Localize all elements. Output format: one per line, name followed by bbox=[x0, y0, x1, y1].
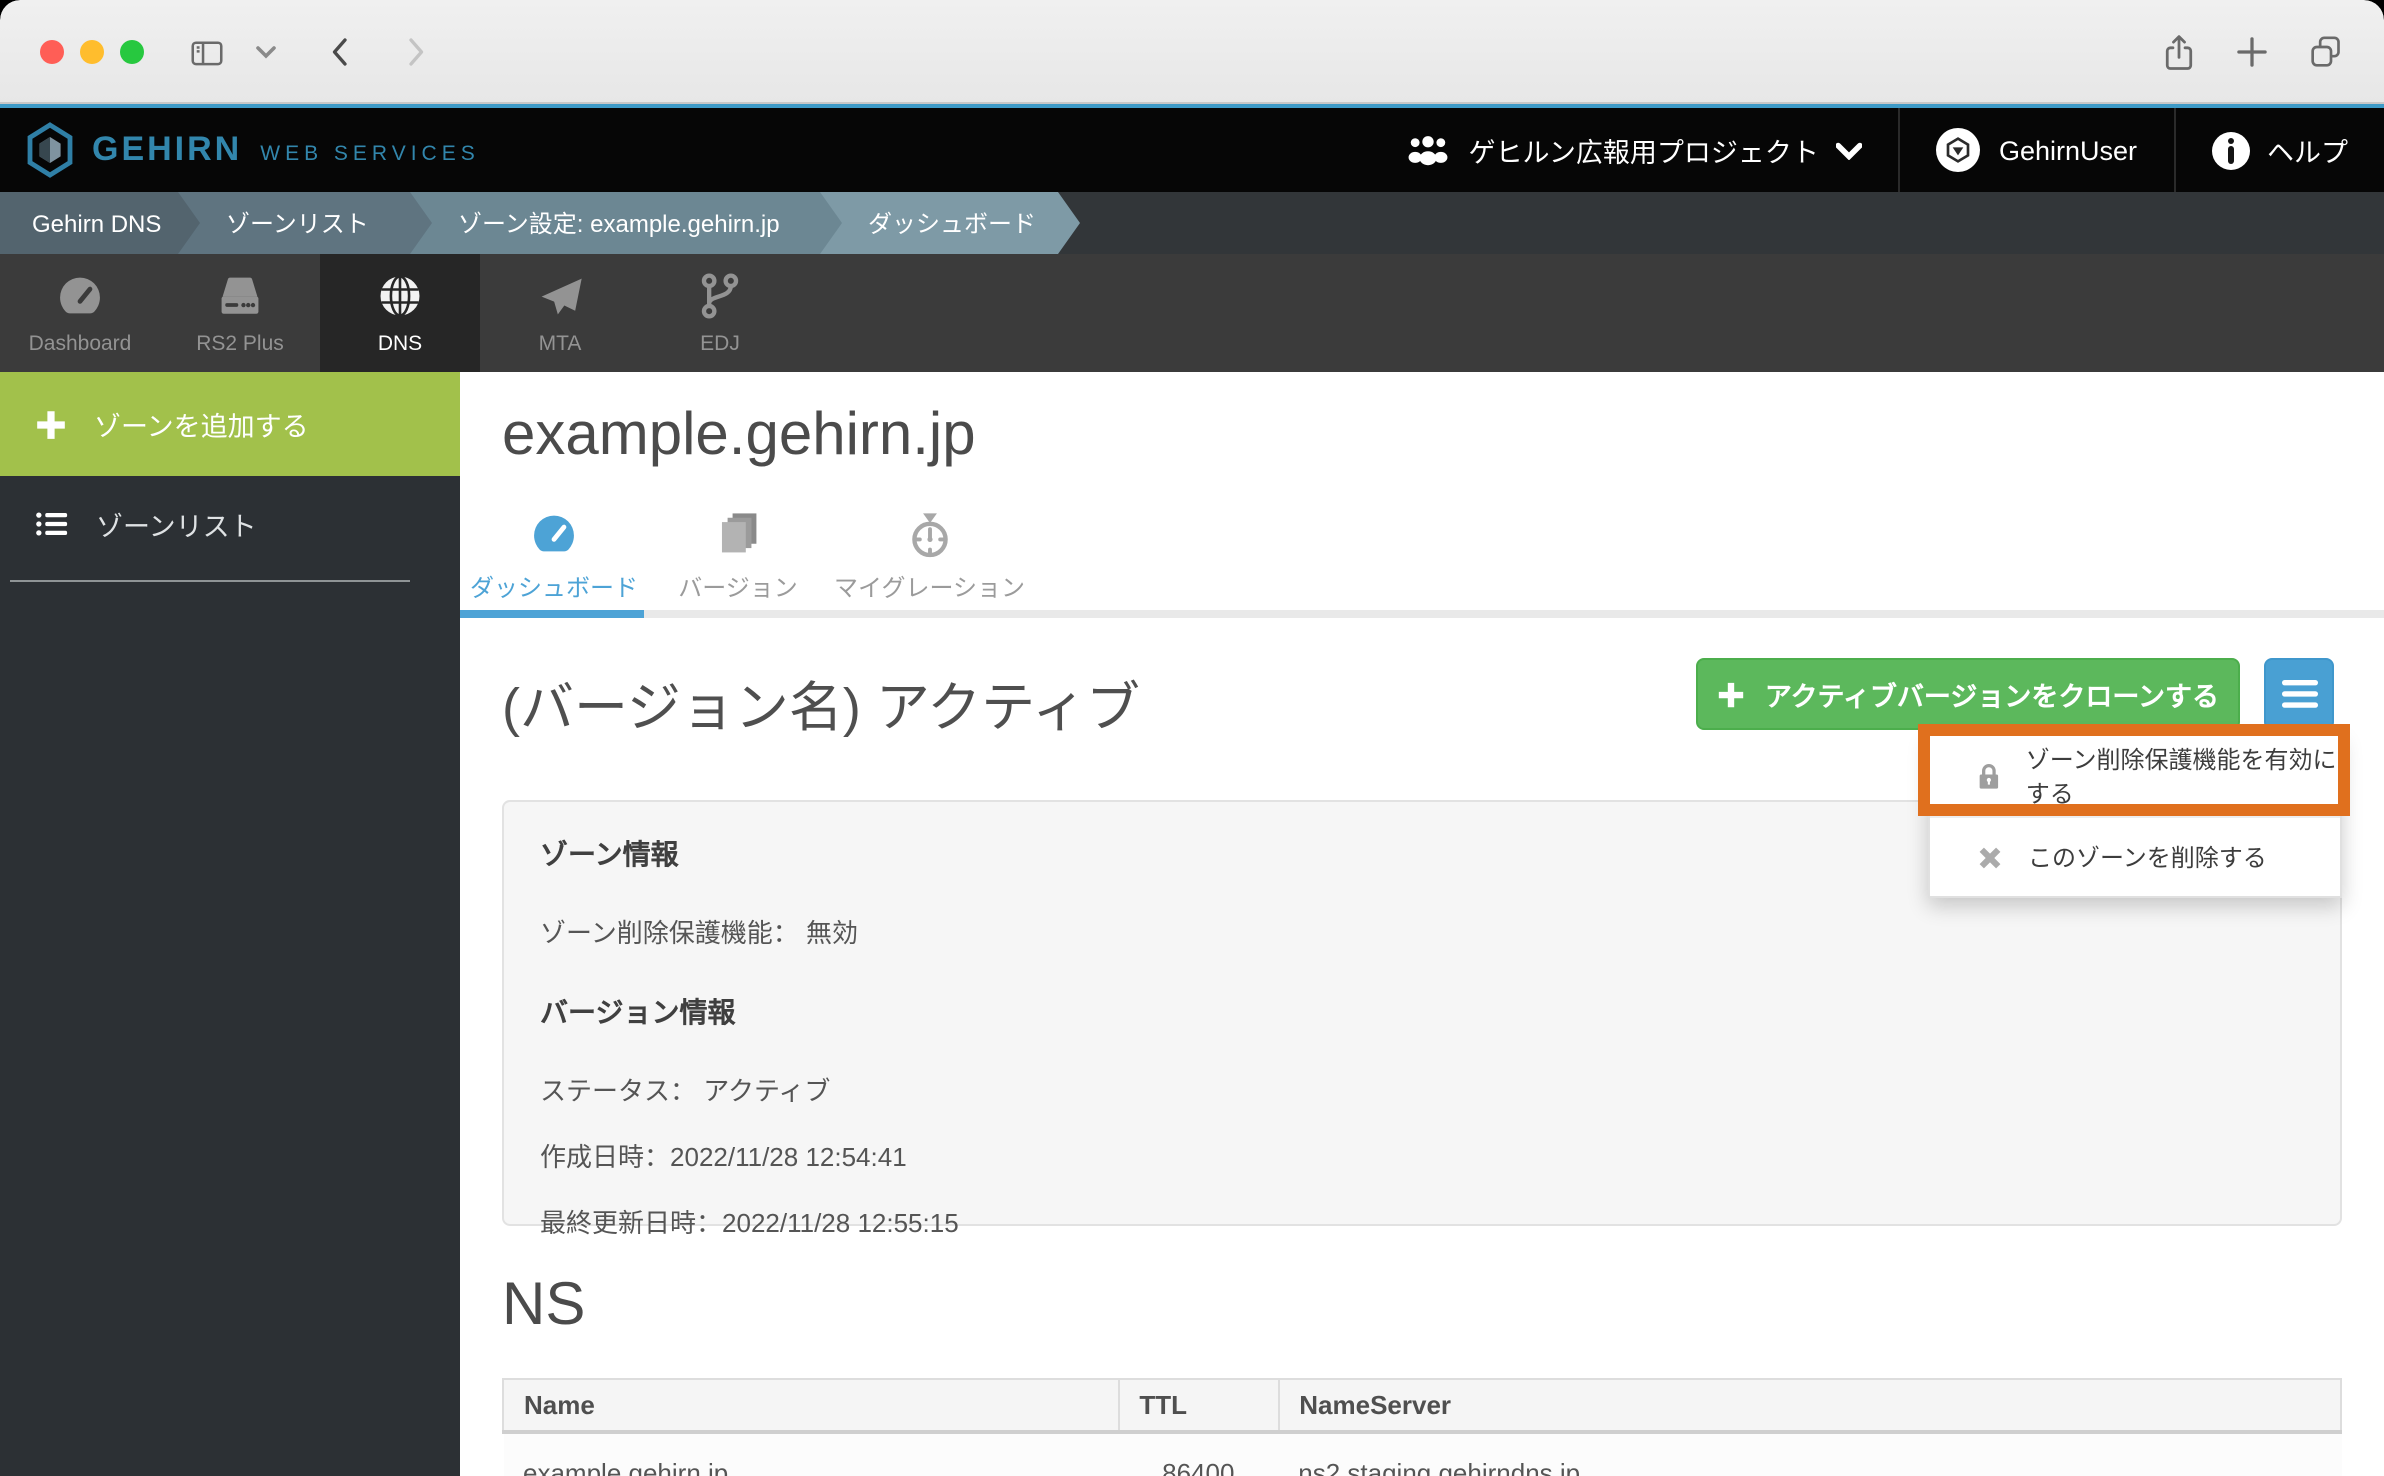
globe-icon bbox=[374, 270, 426, 322]
user-name: GehirnUser bbox=[1999, 135, 2137, 165]
help-menu[interactable]: ヘルプ bbox=[2173, 108, 2384, 192]
updated-value: 2022/11/28 12:55:15 bbox=[722, 1208, 959, 1238]
page-title: example.gehirn.jp bbox=[502, 402, 976, 470]
ns-col-ttl: TTL bbox=[1118, 1379, 1278, 1432]
nav-item-rs2plus[interactable]: RS2 Plus bbox=[160, 254, 320, 372]
pages-icon bbox=[712, 508, 764, 560]
protection-value: 無効 bbox=[806, 918, 858, 948]
gauge-icon bbox=[54, 270, 106, 322]
ns-table-header: Name TTL NameServer bbox=[503, 1379, 2341, 1432]
user-avatar bbox=[1937, 128, 1981, 172]
back-button[interactable] bbox=[320, 30, 364, 74]
sidebar: ゾーンを追加する ゾーンリスト bbox=[0, 372, 460, 1476]
hamburger-icon bbox=[2281, 680, 2317, 708]
breadcrumb-zone-list[interactable]: ゾーンリスト bbox=[176, 192, 432, 254]
created-row: 作成日時：2022/11/28 12:54:41 bbox=[540, 1136, 2304, 1174]
user-menu[interactable]: GehirnUser bbox=[1899, 108, 2173, 192]
tab-underline bbox=[460, 610, 2384, 618]
users-icon bbox=[1406, 134, 1450, 166]
ns-col-nameserver: NameServer bbox=[1278, 1379, 2341, 1432]
protection-row: ゾーン削除保護機能： 無効 bbox=[540, 912, 2304, 950]
git-branch-icon bbox=[694, 270, 746, 322]
forward-button[interactable] bbox=[392, 30, 436, 74]
help-label: ヘルプ bbox=[2267, 130, 2348, 170]
ns-row-ttl: 86400 bbox=[1118, 1432, 1278, 1476]
plus-icon bbox=[34, 407, 68, 441]
ns-section-heading: NS bbox=[502, 1272, 585, 1340]
chevron-down-icon bbox=[1837, 141, 1863, 159]
tab-versions[interactable]: バージョン bbox=[646, 508, 830, 604]
menu-item-delete-zone[interactable]: このゾーンを削除する bbox=[1930, 816, 2340, 896]
ns-table: Name TTL NameServer example.gehirn.jp 86… bbox=[502, 1378, 2342, 1476]
window-controls bbox=[40, 40, 144, 64]
status-row: ステータス： アクティブ bbox=[540, 1070, 2304, 1108]
zone-menu-button[interactable] bbox=[2264, 658, 2334, 730]
menu-item-enable-delete-protection[interactable]: ゾーン削除保護機能を有効にする bbox=[1930, 736, 2340, 816]
breadcrumb-gehirn-dns[interactable]: Gehirn DNS bbox=[0, 192, 200, 254]
breadcrumb-dashboard[interactable]: ダッシュボード bbox=[818, 192, 1080, 254]
gehirn-hexagon-icon bbox=[26, 122, 74, 178]
tab-dashboard[interactable]: ダッシュボード bbox=[462, 508, 646, 604]
browser-window: GEHIRN WEB SERVICES ゲヒルン広報用プロジェクト bbox=[0, 0, 2384, 1476]
nav-item-edj[interactable]: EDJ bbox=[640, 254, 800, 372]
tab-overview-icon[interactable] bbox=[2304, 30, 2348, 74]
close-window-button[interactable] bbox=[40, 40, 64, 64]
breadcrumb-zone-settings[interactable]: ゾーン設定: example.gehirn.jp bbox=[408, 192, 842, 254]
lock-icon bbox=[1974, 758, 2004, 794]
chevron-down-icon[interactable] bbox=[252, 30, 280, 74]
updated-row: 最終更新日時：2022/11/28 12:55:15 bbox=[540, 1202, 2304, 1240]
brand-tagline: WEB SERVICES bbox=[260, 141, 480, 165]
breadcrumb: Gehirn DNS ゾーンリスト ゾーン設定: example.gehirn.… bbox=[0, 192, 2384, 254]
status-value: アクティブ bbox=[703, 1076, 830, 1106]
project-selector[interactable]: ゲヒルン広報用プロジェクト bbox=[1370, 108, 1898, 192]
sidebar-toggle-icon[interactable] bbox=[184, 30, 228, 74]
browser-toolbar bbox=[0, 0, 2384, 104]
sidebar-divider bbox=[10, 580, 410, 582]
zoom-window-button[interactable] bbox=[120, 40, 144, 64]
ns-row-nameserver: ns2.staging.gehirndns.jp bbox=[1278, 1432, 2341, 1476]
x-icon bbox=[1974, 841, 2006, 873]
tab-migration[interactable]: マイグレーション bbox=[830, 508, 1029, 604]
zone-tabs: ダッシュボード バージョン マイグレーション bbox=[462, 508, 1029, 604]
version-info-heading: バージョン情報 bbox=[540, 992, 2304, 1032]
timer-icon bbox=[904, 508, 956, 560]
gehirn-logo[interactable]: GEHIRN WEB SERVICES bbox=[0, 122, 480, 178]
app-header: GEHIRN WEB SERVICES ゲヒルン広報用プロジェクト bbox=[0, 104, 2384, 192]
zone-menu-dropdown: ゾーン削除保護機能を有効にする このゾーンを削除する bbox=[1928, 734, 2342, 898]
add-zone-button[interactable]: ゾーンを追加する bbox=[0, 372, 460, 476]
gauge-icon bbox=[528, 508, 580, 560]
nav-item-dashboard[interactable]: Dashboard bbox=[0, 254, 160, 372]
ns-col-name: Name bbox=[503, 1379, 1118, 1432]
share-icon[interactable] bbox=[2156, 30, 2200, 74]
list-icon bbox=[34, 508, 70, 540]
sidebar-item-zone-list[interactable]: ゾーンリスト bbox=[0, 484, 460, 564]
version-heading: (バージョン名) アクティブ bbox=[502, 664, 1140, 742]
project-name: ゲヒルン広報用プロジェクト bbox=[1468, 130, 1818, 170]
nav-item-dns[interactable]: DNS bbox=[320, 254, 480, 372]
minimize-window-button[interactable] bbox=[80, 40, 104, 64]
ns-row-name: example.gehirn.jp bbox=[503, 1432, 1118, 1476]
brand-name: GEHIRN bbox=[92, 130, 242, 170]
paper-plane-icon bbox=[534, 270, 586, 322]
plus-icon bbox=[1717, 679, 1747, 709]
main-content: example.gehirn.jp ダッシュボード バージョン bbox=[460, 372, 2384, 1476]
server-icon bbox=[214, 270, 266, 322]
table-row: example.gehirn.jp 86400 ns2.staging.gehi… bbox=[503, 1432, 2341, 1476]
clone-active-version-button[interactable]: アクティブバージョンをクローンする bbox=[1696, 658, 2240, 730]
info-icon bbox=[2211, 131, 2249, 169]
created-value: 2022/11/28 12:54:41 bbox=[670, 1142, 907, 1172]
nav-item-mta[interactable]: MTA bbox=[480, 254, 640, 372]
new-tab-icon[interactable] bbox=[2230, 30, 2274, 74]
service-nav: Dashboard RS2 Plus DNS bbox=[0, 254, 2384, 372]
